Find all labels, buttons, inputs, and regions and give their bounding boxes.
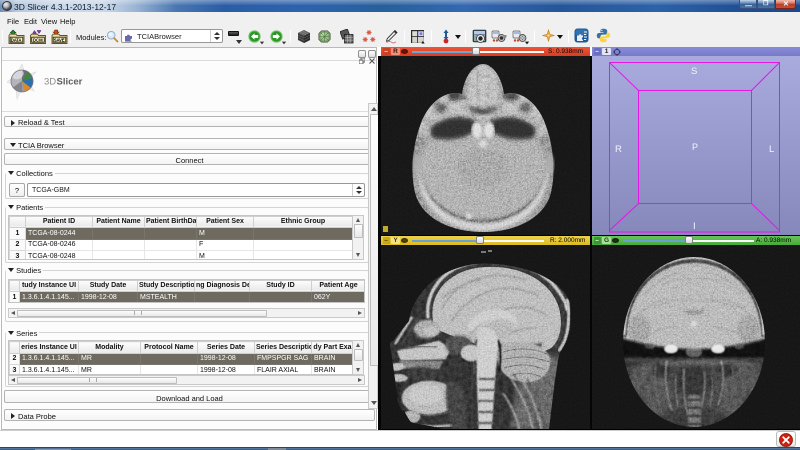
svg-text:3D: 3D xyxy=(44,77,56,88)
svg-text:SAVE: SAVE xyxy=(54,37,65,42)
svg-text:P: P xyxy=(692,142,698,152)
svg-text:R: R xyxy=(615,144,622,155)
svg-text:I: I xyxy=(693,221,696,232)
svg-text:Slicer: Slicer xyxy=(57,77,83,88)
svg-text:DATA: DATA xyxy=(11,37,22,42)
svg-text:DCM: DCM xyxy=(33,37,43,42)
svg-text:S: S xyxy=(691,66,697,77)
svg-text:L: L xyxy=(769,144,774,155)
